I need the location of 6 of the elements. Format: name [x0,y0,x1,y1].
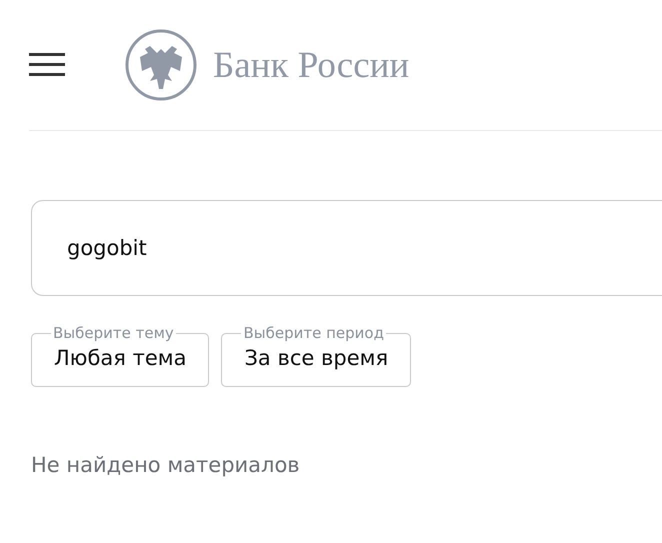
no-results-message: Не найдено материалов [31,453,301,477]
filter-select[interactable]: Выберите тему Любая тема [31,324,210,387]
eagle-emblem-icon[interactable] [125,29,197,101]
menu-icon[interactable] [29,53,65,77]
search-field[interactable]: gogobit [31,200,662,296]
filter-select[interactable]: Выберите период За все время [221,324,412,387]
